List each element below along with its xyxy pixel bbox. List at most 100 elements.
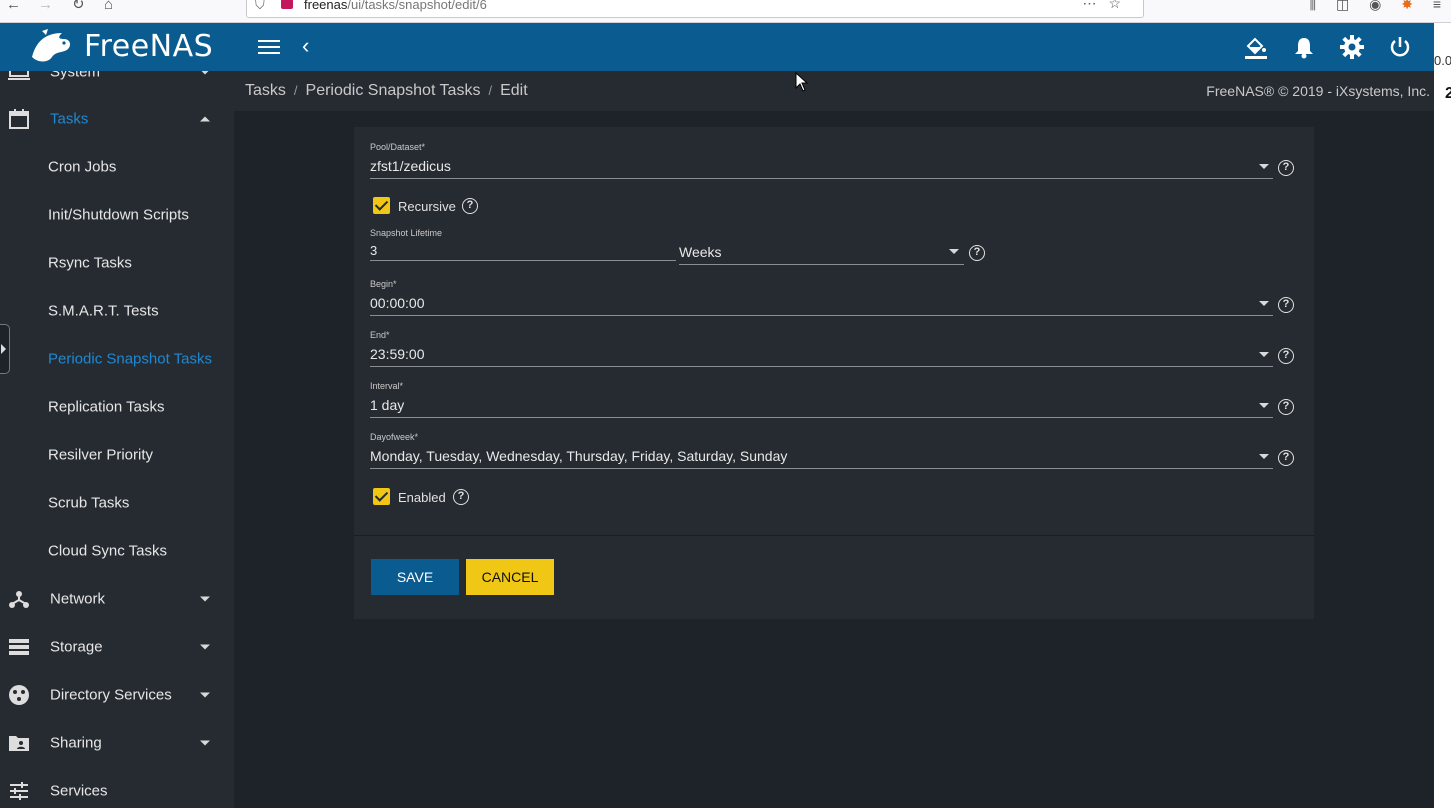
end-label: End* (370, 330, 390, 340)
sidebar-item-cloud-sync-tasks[interactable]: Cloud Sync Tasks (0, 527, 234, 575)
pool-dataset-label: Pool/Dataset* (370, 142, 426, 152)
power-icon[interactable] (1386, 33, 1414, 61)
recursive-checkbox[interactable] (373, 197, 390, 214)
begin-label: Begin* (370, 279, 397, 289)
sidebar-item-rsync-tasks[interactable]: Rsync Tasks (0, 239, 234, 287)
chevron-down-icon (200, 71, 210, 75)
browser-home-icon[interactable]: ⌂ (104, 0, 113, 14)
save-button[interactable]: SAVE (371, 559, 459, 595)
theme-icon[interactable] (1242, 33, 1270, 61)
enabled-label: Enabled (398, 490, 446, 505)
chevron-down-icon (949, 249, 959, 254)
network-icon (9, 591, 29, 608)
sidebar-item-periodic-snapshot-tasks[interactable]: Periodic Snapshot Tasks (0, 335, 234, 383)
interval-value: 1 day (370, 397, 405, 413)
chevron-down-icon (1259, 301, 1269, 306)
pool-dataset-select[interactable]: Pool/Dataset* zfst1/zedicus (370, 142, 1273, 180)
dayofweek-label: Dayofweek* (370, 432, 419, 442)
help-icon[interactable]: ? (969, 245, 985, 261)
logo[interactable]: FreeNAS (0, 23, 234, 71)
begin-time-select[interactable]: Begin* 00:00:00 (370, 279, 1273, 317)
breadcrumb-separator: / (488, 83, 493, 98)
breadcrumb-separator: / (293, 83, 298, 98)
breadcrumb-item-periodic-snapshot-tasks[interactable]: Periodic Snapshot Tasks (306, 82, 481, 99)
chevron-down-icon (1259, 403, 1269, 408)
sidebar-item-init-shutdown-scripts[interactable]: Init/Shutdown Scripts (0, 191, 234, 239)
sidebar-item-tasks[interactable]: Tasks (0, 95, 234, 143)
url-bar[interactable]: ⛉ freenas/ui/tasks/snapshot/edit/6 ⋯☆ (246, 0, 1144, 18)
help-icon[interactable]: ? (462, 198, 478, 214)
browser-menu-icons: ⫼ ◫ ◉ ✸ ≡ (1294, 0, 1441, 13)
calendar-icon (9, 109, 29, 129)
help-icon[interactable]: ? (1278, 348, 1294, 364)
window-edge: 0.0 2 (1434, 23, 1451, 808)
help-icon[interactable]: ? (1278, 399, 1294, 415)
mouse-pointer-icon (795, 72, 809, 92)
browser-back-icon[interactable]: ← (6, 0, 21, 14)
breadcrumb-bar: Tasks / Periodic Snapshot Tasks / Edit FreeN… (234, 71, 1434, 111)
notifications-icon[interactable] (1290, 33, 1318, 61)
sidebar-collapse-handle[interactable] (0, 324, 10, 374)
sidebar-item-storage[interactable]: Storage (0, 623, 234, 671)
help-icon[interactable]: ? (1278, 160, 1294, 176)
chevron-down-icon (200, 644, 210, 650)
page-actions-icon[interactable]: ⋯☆ (1082, 0, 1133, 12)
breadcrumb-item-tasks[interactable]: Tasks (245, 82, 286, 99)
sidebar-item-resilver-priority[interactable]: Resilver Priority (0, 431, 234, 479)
top-header: FreeNAS ‹ (0, 23, 1434, 71)
cancel-button[interactable]: CANCEL (466, 559, 554, 595)
chevron-down-icon (200, 740, 210, 746)
help-icon[interactable]: ? (1278, 297, 1294, 313)
edge-text: 2 (1445, 85, 1451, 102)
dayofweek-select[interactable]: Dayofweek* Monday, Tuesday, Wednesday, T… (370, 432, 1273, 470)
recursive-label: Recursive (398, 199, 456, 214)
sidebar-item-replication-tasks[interactable]: Replication Tasks (0, 383, 234, 431)
chevron-left-icon[interactable]: ‹ (302, 33, 309, 59)
enabled-checkbox[interactable] (373, 488, 390, 505)
url-text: freenas/ui/tasks/snapshot/edit/6 (304, 0, 487, 12)
dayofweek-value: Monday, Tuesday, Wednesday, Thursday, Fr… (370, 448, 788, 464)
sidebar-toggle-icon[interactable]: ◫ (1336, 0, 1349, 12)
storage-icon (9, 639, 29, 655)
directory-icon (9, 685, 29, 705)
interval-select[interactable]: Interval* 1 day (370, 381, 1273, 419)
shield-icon: ⛉ (255, 0, 265, 12)
sidebar-item-directory-services[interactable]: Directory Services (0, 671, 234, 719)
chevron-down-icon (1259, 352, 1269, 357)
sidebar-item-sharing[interactable]: Sharing (0, 719, 234, 767)
help-icon[interactable]: ? (1278, 450, 1294, 466)
help-icon[interactable]: ? (453, 489, 469, 505)
browser-toolbar: ← → ↻ ⌂ ⛉ freenas/ui/tasks/snapshot/edit… (0, 0, 1451, 23)
browser-reload-icon[interactable]: ↻ (72, 0, 85, 14)
sidebar-item-cron-jobs[interactable]: Cron Jobs (0, 143, 234, 191)
sidebar-item-smart-tests[interactable]: S.M.A.R.T. Tests (0, 287, 234, 335)
begin-value: 00:00:00 (370, 295, 425, 311)
chevron-down-icon (1259, 454, 1269, 459)
freenas-logo-icon (32, 29, 71, 62)
sidebar-item-system[interactable]: System (0, 71, 234, 96)
sidebar: System Tasks Cron Jobs Init/Shutdown Scr… (0, 71, 234, 808)
chevron-down-icon (200, 692, 210, 698)
extension-icon[interactable]: ✸ (1401, 0, 1413, 12)
menu-icon[interactable]: ≡ (1433, 0, 1441, 12)
end-value: 23:59:00 (370, 346, 425, 362)
sidebar-item-services[interactable]: Services (0, 767, 234, 808)
snapshot-task-form (354, 127, 1314, 619)
snapshot-lifetime-input[interactable]: Snapshot Lifetime 3 (370, 228, 676, 262)
library-icon[interactable]: ⫼ (1310, 0, 1316, 12)
hamburger-menu-icon[interactable] (258, 37, 280, 57)
lifetime-unit-select[interactable]: Weeks (679, 242, 964, 266)
account-icon[interactable]: ◉ (1369, 0, 1381, 12)
end-time-select[interactable]: End* 23:59:00 (370, 330, 1273, 368)
sidebar-item-scrub-tasks[interactable]: Scrub Tasks (0, 479, 234, 527)
breadcrumb: Tasks / Periodic Snapshot Tasks / Edit (245, 82, 528, 100)
sidebar-item-network[interactable]: Network (0, 575, 234, 623)
settings-icon[interactable] (1338, 33, 1366, 61)
form-divider (354, 535, 1314, 536)
logo-text: FreeNAS (84, 29, 214, 64)
copyright-text: FreeNAS® © 2019 - iXsystems, Inc. (1206, 83, 1430, 99)
edge-text: 0.0 (1434, 53, 1451, 68)
browser-forward-icon[interactable]: → (38, 0, 53, 14)
chevron-down-icon (1259, 164, 1269, 169)
chevron-up-icon (200, 116, 210, 122)
